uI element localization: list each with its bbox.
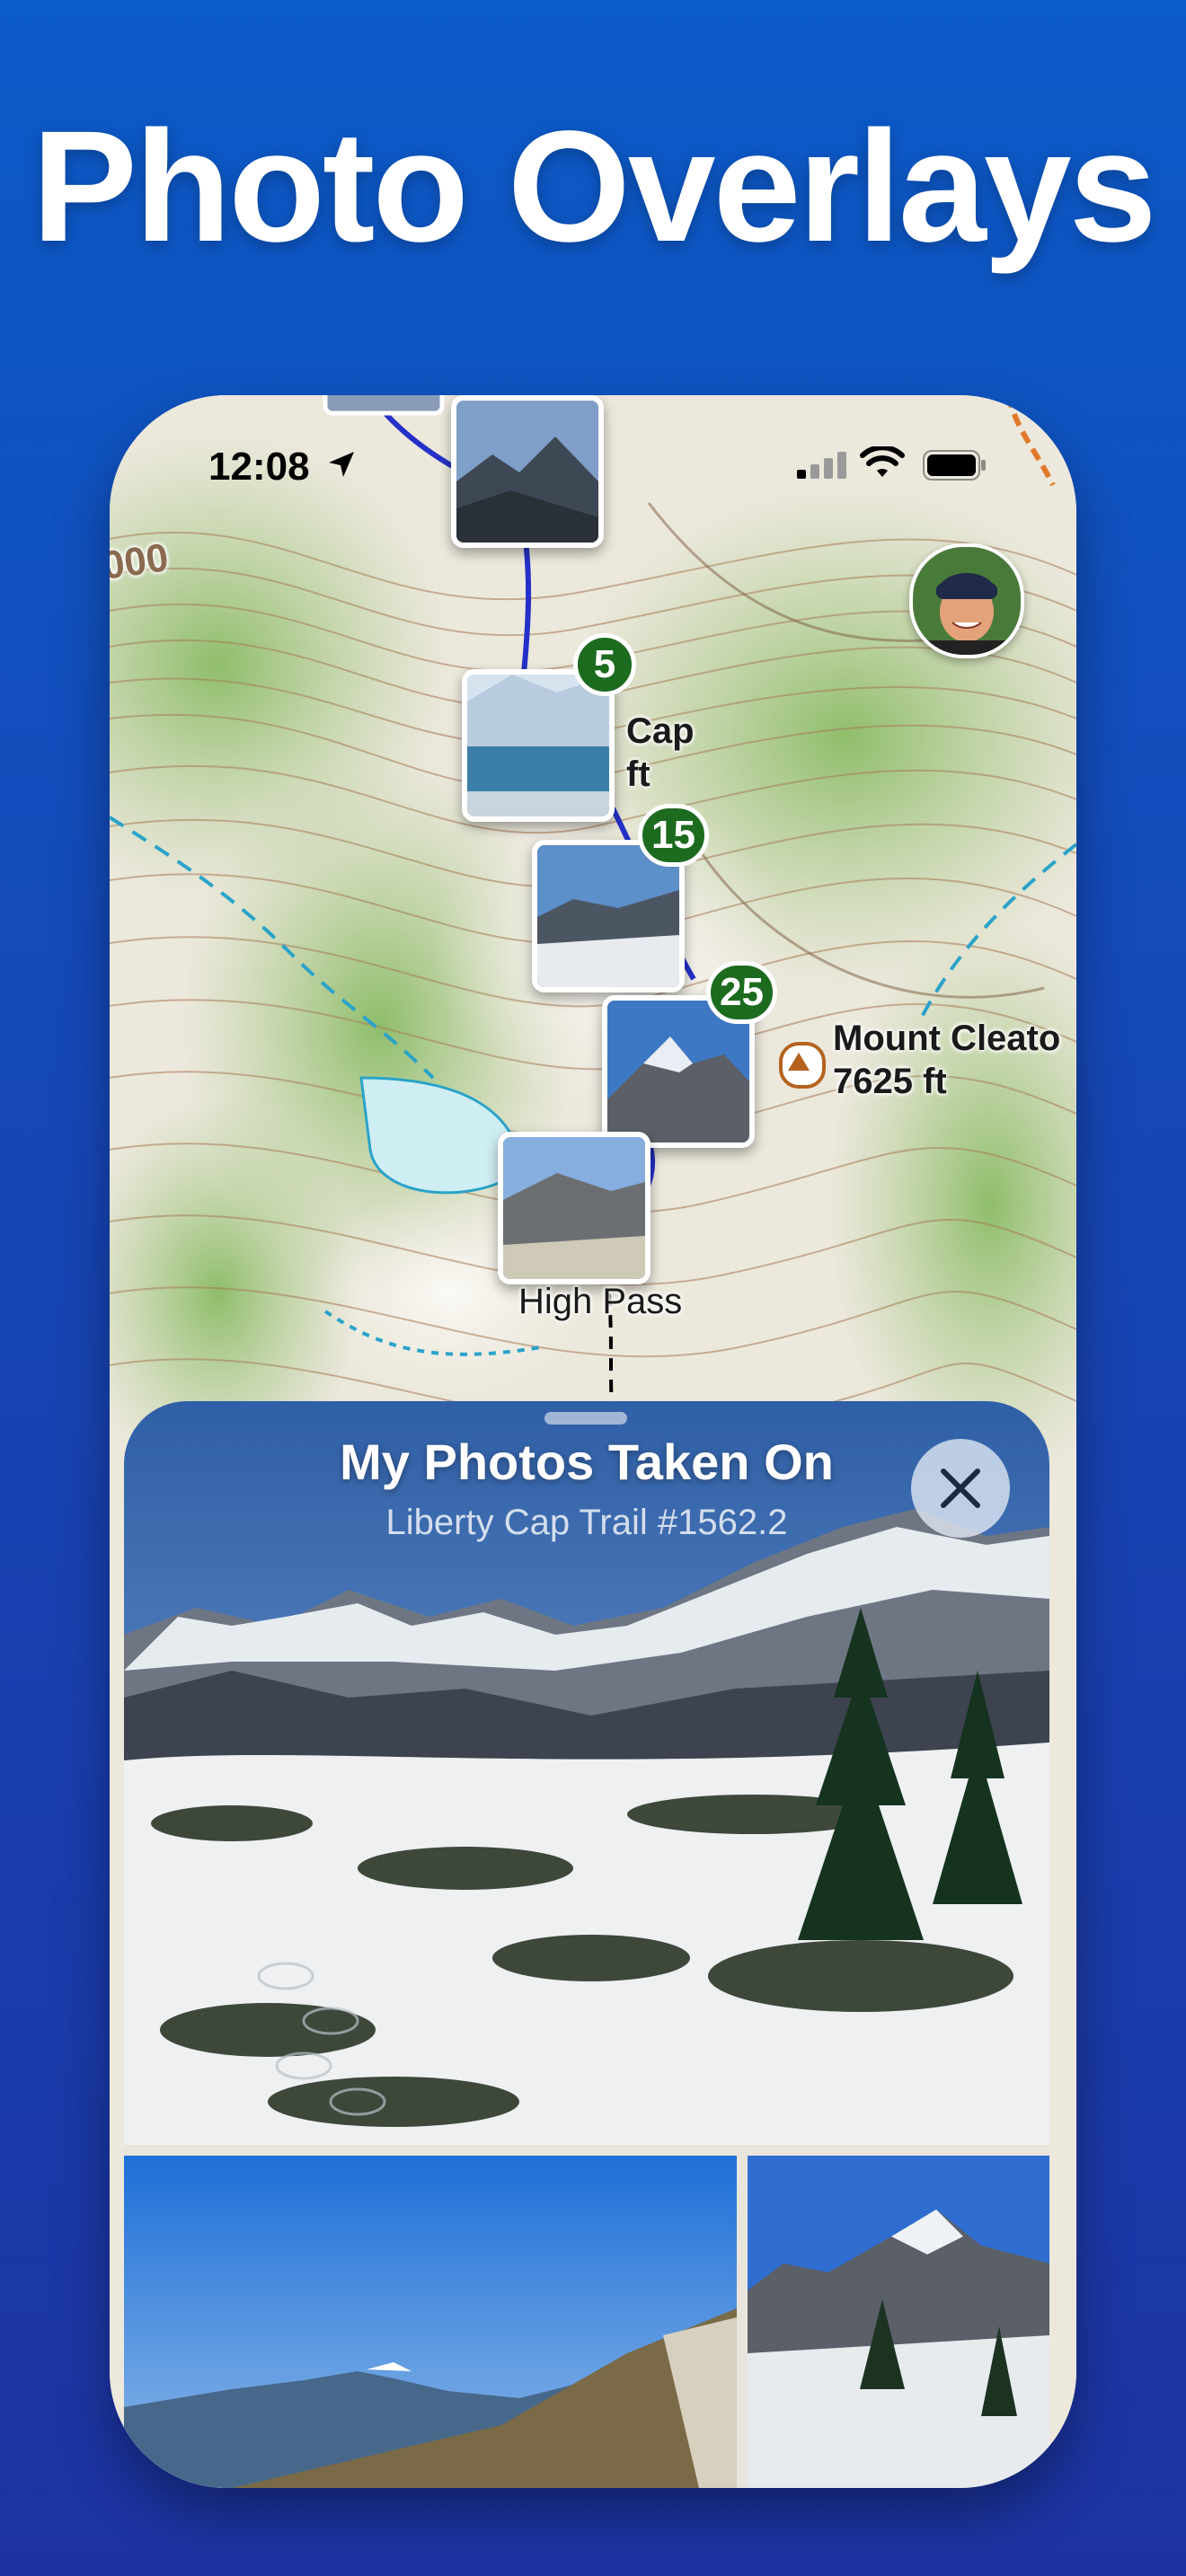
sheet-grabber[interactable] xyxy=(544,1412,627,1425)
photo-thumbnail-alpine[interactable] xyxy=(748,2156,1049,2488)
close-button[interactable] xyxy=(911,1439,1010,1538)
wifi-icon xyxy=(860,446,905,477)
photo-count-badge-5[interactable]: 5 xyxy=(573,633,636,696)
map-label-peak-elevation: 7625 ft xyxy=(833,1062,947,1101)
photo-thumbnail-ridge[interactable] xyxy=(124,2156,737,2488)
headline: Photo Overlays xyxy=(31,99,1156,275)
map-photo-thumb-top[interactable] xyxy=(451,395,604,548)
photo-count-badge-15[interactable]: 15 xyxy=(638,804,709,867)
location-arrow-icon xyxy=(329,452,354,477)
cellular-signal-icon xyxy=(797,452,846,479)
map-label-cap-ft: ft xyxy=(626,754,651,794)
phone-frame: 12:08 5 15 25 Cap ft Mount Cleato 7625 f… xyxy=(110,395,1076,2488)
photo-count-badge-25[interactable]: 25 xyxy=(706,961,777,1024)
map-photo-thumb-pass[interactable] xyxy=(498,1132,651,1284)
avatar[interactable] xyxy=(909,543,1024,658)
map-label-high-pass: High Pass xyxy=(518,1282,683,1321)
peak-icon xyxy=(779,1042,826,1089)
map-label-peak-name: Mount Cleato xyxy=(833,1019,1061,1058)
avatar-image xyxy=(913,547,1021,655)
photos-sheet[interactable]: My Photos Taken On Liberty Cap Trail #15… xyxy=(124,1401,1049,2488)
status-time: 12:08 xyxy=(208,445,310,489)
map-label-cap: Cap xyxy=(626,711,695,751)
close-x-icon xyxy=(941,1469,980,1508)
battery-icon xyxy=(923,450,986,481)
